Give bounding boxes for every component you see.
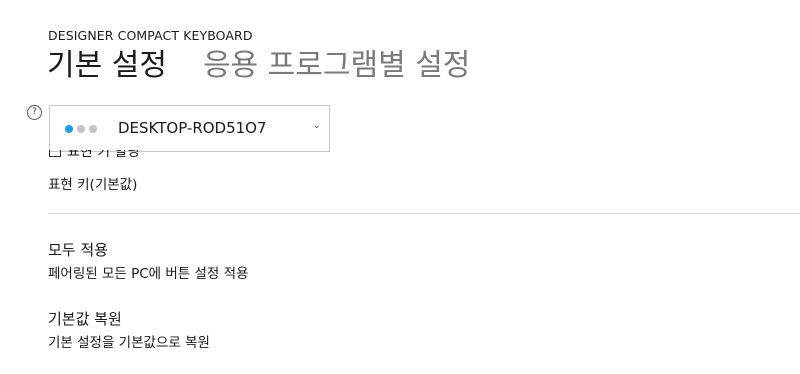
checkbox[interactable]	[49, 150, 61, 157]
help-icon[interactable]: ?	[27, 105, 42, 120]
restore-defaults-title[interactable]: 기본값 복원	[48, 308, 122, 329]
device-name: DESIGNER COMPACT KEYBOARD	[48, 28, 253, 43]
connection-dot	[89, 125, 97, 133]
restore-defaults-description[interactable]: 기본 설정을 기본값으로 복원	[48, 331, 210, 351]
connection-dots	[65, 125, 97, 133]
chevron-down-icon: ⌄	[312, 120, 321, 131]
device-select[interactable]: DESKTOP-ROD51O7 ⌄	[49, 105, 330, 152]
partial-setting-row: 표현 키 할당	[49, 150, 249, 159]
apply-all-description[interactable]: 페어링된 모든 PC에 버튼 설정 적용	[48, 262, 248, 282]
divider	[48, 213, 800, 214]
connection-dot	[77, 125, 85, 133]
partial-setting-label: 표현 키 할당	[67, 150, 141, 159]
key-setting-value[interactable]: 표현 키(기본값)	[48, 173, 137, 193]
tab-bar: 기본 설정 응용 프로그램별 설정	[47, 46, 470, 86]
apply-all-title[interactable]: 모두 적용	[48, 239, 108, 260]
tab-basic-settings[interactable]: 기본 설정	[47, 46, 167, 86]
connection-dot-active	[65, 125, 73, 133]
device-select-label: DESKTOP-ROD51O7	[118, 119, 267, 137]
tab-app-specific-settings[interactable]: 응용 프로그램별 설정	[203, 46, 470, 86]
